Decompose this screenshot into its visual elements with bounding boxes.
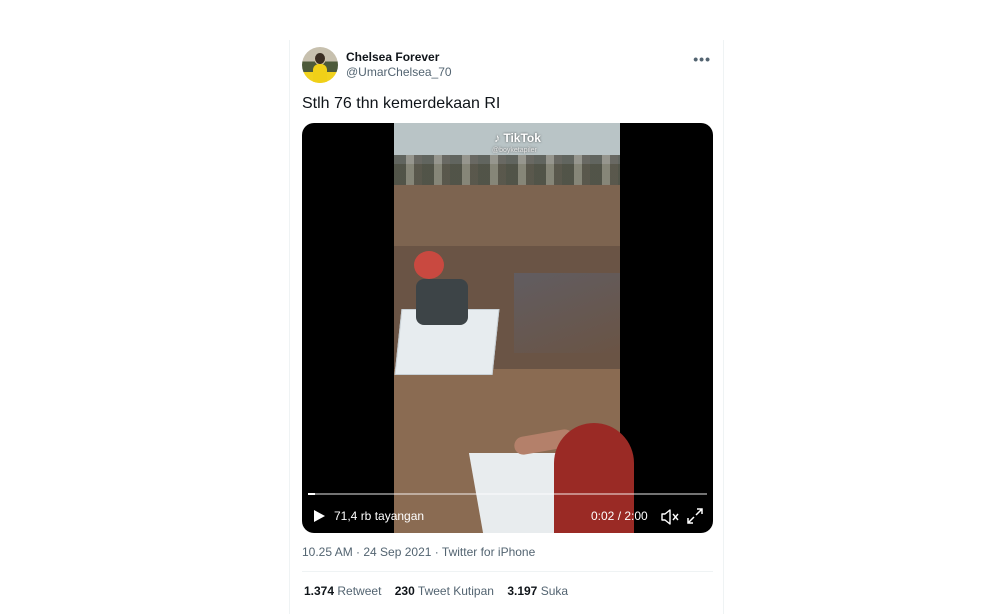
user-handle[interactable]: @UmarChelsea_70 bbox=[346, 65, 452, 79]
video-progress-fill bbox=[308, 493, 315, 495]
avatar[interactable] bbox=[302, 47, 338, 83]
like-label: Suka bbox=[540, 584, 569, 598]
display-name[interactable]: Chelsea Forever bbox=[346, 50, 439, 64]
tweet-stats: 1.374 Retweet 230 Tweet Kutipan 3.197 Su… bbox=[304, 584, 578, 598]
volume-muted-icon[interactable] bbox=[661, 509, 679, 525]
video-frame[interactable]: ♪ TikTok @boyketapiler bbox=[394, 123, 634, 533]
meta-separator: · bbox=[434, 545, 442, 559]
riverbank-houses bbox=[394, 155, 620, 185]
fullscreen-icon[interactable] bbox=[687, 508, 703, 524]
tweet-text: Stlh 76 thn kemerdekaan RI bbox=[302, 95, 501, 112]
tweet-card: Chelsea Forever @UmarChelsea_70 ••• Stlh… bbox=[289, 40, 724, 614]
quote-count: 230 bbox=[394, 584, 415, 598]
play-icon[interactable] bbox=[312, 509, 326, 523]
quote-label: Tweet Kutipan bbox=[417, 584, 494, 598]
tiktok-icon: ♪ bbox=[494, 131, 500, 145]
like-count: 3.197 bbox=[507, 584, 538, 598]
tiktok-handle: @boyketapiler bbox=[492, 147, 537, 154]
tiktok-watermark: ♪ TikTok bbox=[494, 131, 541, 145]
tiktok-label: TikTok bbox=[503, 131, 541, 145]
avatar-head bbox=[315, 53, 325, 64]
water-reflection bbox=[514, 273, 620, 353]
quote-stat[interactable]: 230 Tweet Kutipan bbox=[395, 584, 494, 598]
video-timecode: 0:02 / 2:00 bbox=[591, 509, 648, 523]
like-stat[interactable]: 3.197 Suka bbox=[507, 584, 568, 598]
video-progress-bar[interactable] bbox=[308, 493, 707, 495]
backpack bbox=[416, 279, 468, 325]
video-player[interactable]: ♪ TikTok @boyketapiler 71,4 rb tayangan … bbox=[302, 123, 713, 533]
divider bbox=[302, 571, 713, 572]
more-horizontal-icon[interactable]: ••• bbox=[693, 51, 711, 67]
tweet-timestamp[interactable]: 10.25 AM · 24 Sep 2021 bbox=[302, 545, 431, 559]
tweet-meta: 10.25 AM · 24 Sep 2021 · Twitter for iPh… bbox=[302, 545, 535, 559]
student-cap bbox=[414, 251, 444, 279]
tweet-source[interactable]: Twitter for iPhone bbox=[442, 545, 535, 559]
avatar-body bbox=[313, 64, 327, 83]
retweet-count: 1.374 bbox=[304, 584, 335, 598]
retweet-label: Retweet bbox=[337, 584, 382, 598]
view-count: 71,4 rb tayangan bbox=[334, 509, 425, 523]
retweet-stat[interactable]: 1.374 Retweet bbox=[304, 584, 381, 598]
